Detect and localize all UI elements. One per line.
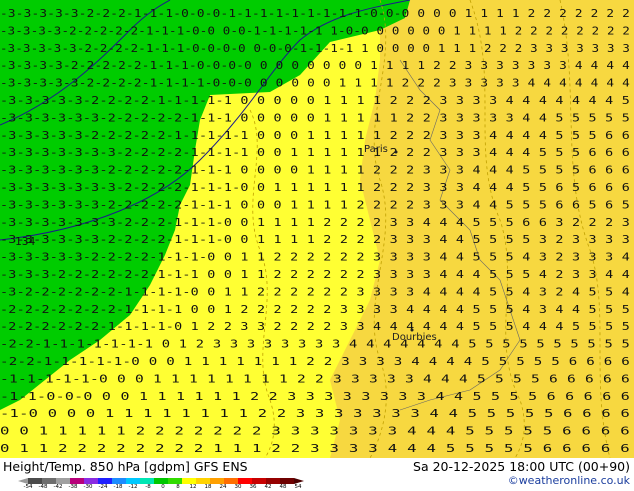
colorbar-tick-label: -48 <box>38 484 48 490</box>
colorbar-tick-label: 42 <box>264 484 272 490</box>
value-row: -3-3-3-3-3-2-2-2-1-1-1-0-0-0-1-1-1-1-1-1… <box>0 7 630 20</box>
value-row: -3-3-3-3-3-2-2-2-2-1-1-1-1-0-0-0 0 0 0 0… <box>0 77 630 90</box>
colorbar-tick-label: 54 <box>294 484 302 490</box>
map-canvas: -3-3-3-3-3-2-2-2-1-1-1-0-0-0-1-1-1-1-1-1… <box>0 0 634 458</box>
value-row: -3-3-3-3-2-2-2-2-2-1-1-1-0-0 0-0-1-1-1-1… <box>0 24 630 37</box>
value-row: -1-1-0-0-0 0 0 1 1 1 1 1 1 2 2 3 3 3 3 3… <box>0 390 630 403</box>
colorbar-tick-label: 36 <box>249 484 257 490</box>
colorbar-tick-label: -30 <box>83 484 93 490</box>
value-row: -3-3-3-3-3-3-2-2-2-2-1-1-1-0 0 1 1 1 1 2… <box>0 233 630 246</box>
colorbar-tick-label: -24 <box>98 484 108 490</box>
colorbar-tick-label: 18 <box>204 484 212 490</box>
value-row: -3-3-3-3-3-2-2-2-2-1-1-1-1-1 0 0 0 0 0 1… <box>0 94 630 107</box>
colorbar-tick-label: 48 <box>279 484 287 490</box>
colorbar-tick-label: 24 <box>219 484 227 490</box>
place-label-dourbies: Dourbies <box>392 332 437 343</box>
place-dot-dourbies <box>410 328 414 332</box>
weather-map[interactable]: -3-3-3-3-3-2-2-2-1-1-1-0-0-0-1-1-1-1-1-1… <box>0 0 634 458</box>
value-row: -3-3-3-3-3-2-2-2-2-1-1-1-0-0-0-0 0-0-0-1… <box>0 42 630 55</box>
value-row: -2-2-1-1-1-1-1-0 0 0 1 1 1 1 1 1 1 2 2 3… <box>0 355 630 368</box>
isoline-label: 134 <box>15 235 36 248</box>
map-frame: -3-3-3-3-3-2-2-2-1-1-1-0-0-0-1-1-1-1-1-1… <box>0 0 634 490</box>
value-row: -3-3-3-3-3-3-2-2-2-2-2-1-1-1 0 0 0 0 0 1… <box>0 111 630 124</box>
value-row: -3-3-3-3-3-3-3-2-2-2-1-1-1-0 0 1 1 1 1 2… <box>0 216 630 229</box>
value-row: -2-2-2-2-2-2-1-1-1-1-0 1 2 2 3 3 2 2 2 2… <box>0 320 630 333</box>
value-row: -3-3-3-3-3-3-3-2-2-2-2-1-1-1-1 0 0 1 1 1… <box>0 146 630 159</box>
colorbar-tick-label: -54 <box>23 484 33 490</box>
colorbar-tick-label: 30 <box>234 484 242 490</box>
footer-bar: Height/Temp. 850 hPa [gdpm] GFS ENS Sa 2… <box>0 458 634 490</box>
value-row: 0 1 1 2 2 2 2 2 2 2 2 1 1 1 2 2 3 3 3 3 … <box>0 442 630 455</box>
value-row: 0 0 1 1 1 1 1 2 2 2 2 2 2 2 3 3 3 3 3 3 … <box>0 425 630 438</box>
map-title: Height/Temp. 850 hPa [gdpm] GFS ENS <box>3 459 248 474</box>
value-row: -2-2-1-1-1-1-1-1-1 0 1 2 3 3 3 3 3 3 3 3… <box>0 338 630 351</box>
place-dot-paris <box>394 150 398 154</box>
colorbar-tick-label: -12 <box>128 484 138 490</box>
value-row: -3-3-3-3-3-3-3-2-2-2-2-1-1-1-0 0 1 1 1 1… <box>0 181 630 194</box>
value-row: -3-3-3-3-2-2-2-2-2-1-1-1-0-0-0-0 0 0 0 0… <box>0 59 630 72</box>
value-row: -3-3-3-3-3-2-2-2-2-1-1-1-0 0 1 1 2 2 2 2… <box>0 251 630 264</box>
place-label-paris: Paris <box>364 144 388 155</box>
colorbar-tick-label: -18 <box>113 484 123 490</box>
value-row: -1-0 0 0 0 1 1 1 1 1 1 1 1 2 2 3 3 3 3 3… <box>0 407 630 420</box>
colorbar-tick-label: 12 <box>189 484 197 490</box>
colorbar-tick-label: 0 <box>161 484 165 490</box>
value-row: -3-3-3-3-3-2-2-2-2-2-1-1-1-1-1 0 0 0 1 1… <box>0 129 630 142</box>
valid-time: Sa 20-12-2025 18:00 UTC (00+90) <box>413 459 630 474</box>
value-row: -2-2-2-2-2-2-2-1-1-1-1 0 0 1 2 2 2 2 2 2… <box>0 303 630 316</box>
value-row: -3-3-3-3-3-3-2-2-2-2-2-1-1-1 0 0 0 1 1 1… <box>0 198 630 211</box>
value-row: -1-1-1-1-1-0 0 0 1 1 1 1 1 1 1 1 2 2 3 3… <box>0 372 630 385</box>
credit-link[interactable]: ©weatheronline.co.uk <box>508 474 630 487</box>
value-row: -3-3-3-3-3-3-2-2-2-2-2-1-1-1 0 0 0 0 1 1… <box>0 164 630 177</box>
colorbar-tick-label: -42 <box>53 484 63 490</box>
colorbar-tick-label: -38 <box>68 484 78 490</box>
value-row: -3-2-2-2-2-2-2-1-1-1-1-0 0 1 1 2 2 2 2 2… <box>0 285 630 298</box>
colorbar-tick-label: 8 <box>176 484 180 490</box>
colorbar-tick-label: -8 <box>145 484 151 490</box>
value-row: -3-3-3-2-2-2-2-2-2-1-1-1 0 0 1 1 2 2 2 2… <box>0 268 630 281</box>
